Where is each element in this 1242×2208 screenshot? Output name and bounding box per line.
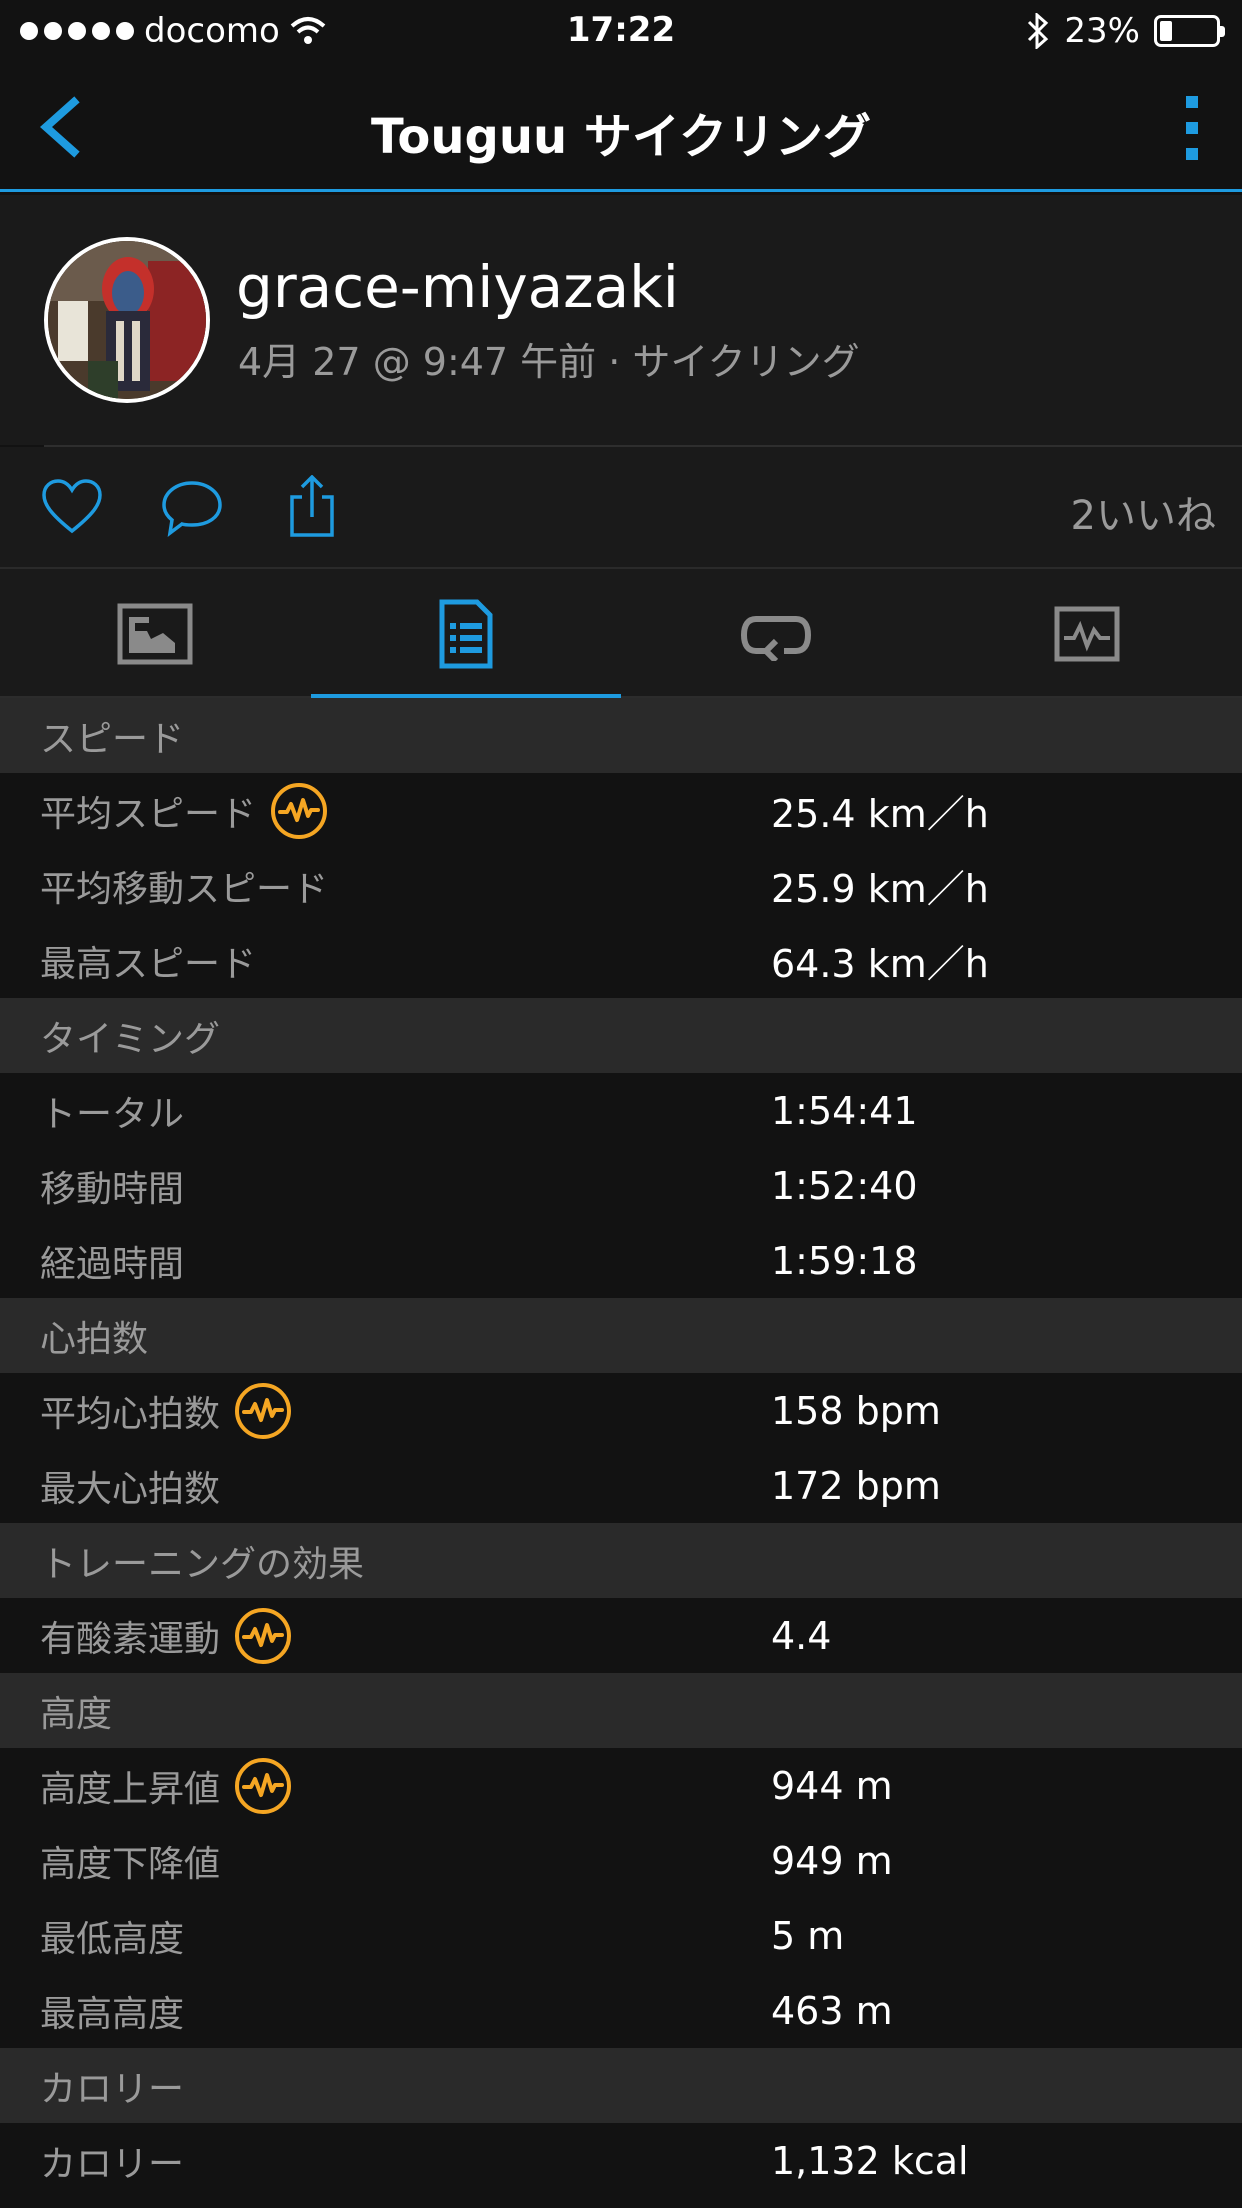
battery-icon — [1154, 15, 1225, 47]
likes-count[interactable]: 2いいね — [1071, 483, 1216, 541]
stat-row: 平均スピード 25.4 km／h — [0, 773, 1242, 848]
section-header: 高度 — [0, 1673, 1242, 1748]
laps-tab[interactable] — [621, 569, 932, 698]
social-actions: 2いいね — [0, 447, 1242, 567]
like-button[interactable] — [40, 475, 104, 539]
stat-label: 平均移動スピード — [40, 868, 329, 910]
stat-label: 高度下降値 — [40, 1843, 221, 1885]
stat-row: 最低高度 5 m — [0, 1898, 1242, 1973]
stat-value: 25.4 km／h — [771, 792, 989, 836]
stat-value: 463 m — [771, 1988, 893, 2033]
stat-label-group: 最高スピード — [40, 923, 256, 998]
stat-label-group: カロリー — [40, 2123, 184, 2198]
status-bar: docomo 17:22 23% — [0, 0, 1242, 62]
heart-icon — [42, 479, 102, 534]
stats-tab[interactable] — [310, 569, 622, 700]
stat-label-group: 高度下降値 — [40, 1823, 220, 1898]
share-icon — [290, 474, 334, 537]
stat-label-group: トータル — [40, 1073, 184, 1148]
section-header: スピード — [0, 698, 1242, 773]
stat-label: 有酸素運動 — [40, 1618, 221, 1660]
stat-label: 移動時間 — [40, 1168, 185, 1210]
detail-tabs — [0, 567, 1242, 700]
stat-value: 158 bpm — [771, 1388, 941, 1433]
stat-label: 平均スピード — [40, 793, 257, 835]
stat-label: 最低高度 — [40, 1918, 185, 1960]
stat-row: 最大心拍数 172 bpm — [0, 1448, 1242, 1523]
stat-row: 平均移動スピード 25.9 km／h — [0, 848, 1242, 923]
stat-label-group: 経過時間 — [40, 1223, 184, 1298]
bluetooth-icon — [1028, 13, 1049, 49]
stat-value: 25.9 km／h — [771, 867, 989, 911]
stat-label: 最大心拍数 — [40, 1468, 221, 1510]
stats-list: スピード平均スピード 25.4 km／h 平均移動スピード 25.9 km／h 最高スピ… — [0, 698, 1242, 2198]
stat-label-group: 最高高度 — [40, 1973, 184, 2048]
stat-row: 最高スピード 64.3 km／h — [0, 923, 1242, 998]
stat-value: 4.4 — [771, 1613, 832, 1658]
comment-icon — [162, 481, 222, 537]
stat-value: 949 m — [771, 1838, 893, 1883]
document-list-icon — [439, 599, 493, 668]
stat-row: 移動時間 1:52:40 — [0, 1148, 1242, 1223]
map-tab[interactable] — [0, 569, 311, 698]
stat-value: 1:54:41 — [771, 1088, 918, 1133]
stat-label-group: 最大心拍数 — [40, 1448, 220, 1523]
stat-value: 64.3 km／h — [771, 942, 989, 986]
stat-label: 高度上昇値 — [40, 1768, 221, 1810]
insight-pulse-icon[interactable] — [234, 1382, 292, 1440]
stat-row: 平均心拍数 158 bpm — [0, 1373, 1242, 1448]
avatar[interactable] — [44, 237, 210, 403]
page-title: Touguu サイクリング — [371, 109, 871, 165]
stat-label: 平均心拍数 — [40, 1393, 221, 1435]
stat-label-group: 平均心拍数 — [40, 1373, 292, 1448]
stat-label-group: 平均スピード — [40, 773, 328, 848]
stat-label: 経過時間 — [40, 1243, 185, 1285]
stat-row: 有酸素運動 4.4 — [0, 1598, 1242, 1673]
stat-label-group: 移動時間 — [40, 1148, 184, 1223]
stat-row: 経過時間 1:59:18 — [0, 1223, 1242, 1298]
activity-datetime: 4月 27 @ 9:47 午前 · サイクリング — [238, 340, 860, 384]
more-options-button[interactable] — [1172, 90, 1212, 166]
more-vertical-icon — [1186, 96, 1198, 108]
avatar-image — [48, 241, 206, 399]
stat-value: 1:52:40 — [771, 1163, 918, 1208]
stat-label-group: 高度上昇値 — [40, 1748, 292, 1823]
stat-row: 高度上昇値 944 m — [0, 1748, 1242, 1823]
activity-header: grace-miyazaki 4月 27 @ 9:47 午前 · サイクリング — [0, 195, 1242, 447]
loop-icon — [741, 615, 812, 661]
stat-row: カロリー 1,132 kcal — [0, 2123, 1242, 2198]
battery-area: 23% — [1026, 10, 1225, 52]
battery-percent: 23% — [1064, 11, 1140, 51]
stat-label: カロリー — [40, 2143, 185, 2185]
stat-label-group: 最低高度 — [40, 1898, 184, 1973]
chart-pulse-icon — [1054, 606, 1120, 661]
stat-row: 最高高度 463 m — [0, 1973, 1242, 2048]
stat-value: 172 bpm — [771, 1463, 941, 1508]
stat-label-group: 平均移動スピード — [40, 848, 328, 923]
username[interactable]: grace-miyazaki — [236, 253, 679, 321]
charts-tab[interactable] — [932, 569, 1242, 698]
stat-value: 1:59:18 — [771, 1238, 918, 1283]
section-header: トレーニングの効果 — [0, 1523, 1242, 1598]
stat-label: トータル — [40, 1093, 185, 1135]
share-button[interactable] — [280, 474, 344, 539]
section-header: タイミング — [0, 998, 1242, 1073]
stat-value: 5 m — [771, 1913, 845, 1958]
insight-pulse-icon[interactable] — [234, 1757, 292, 1815]
battery-level — [1160, 21, 1172, 41]
map-icon — [117, 603, 193, 664]
insight-pulse-icon[interactable] — [234, 1607, 292, 1665]
comment-button[interactable] — [160, 475, 224, 539]
insight-pulse-icon[interactable] — [270, 782, 328, 840]
stat-row: トータル 1:54:41 — [0, 1073, 1242, 1148]
stat-label: 最高スピード — [40, 943, 257, 985]
section-header: 心拍数 — [0, 1298, 1242, 1373]
stat-row: 高度下降値 949 m — [0, 1823, 1242, 1898]
stat-label: 最高高度 — [40, 1993, 185, 2035]
stat-value: 944 m — [771, 1763, 893, 1808]
stat-label-group: 有酸素運動 — [40, 1598, 292, 1673]
section-header: カロリー — [0, 2048, 1242, 2123]
stat-value: 1,132 kcal — [771, 2138, 969, 2183]
nav-bar: Touguu サイクリング — [0, 62, 1242, 192]
